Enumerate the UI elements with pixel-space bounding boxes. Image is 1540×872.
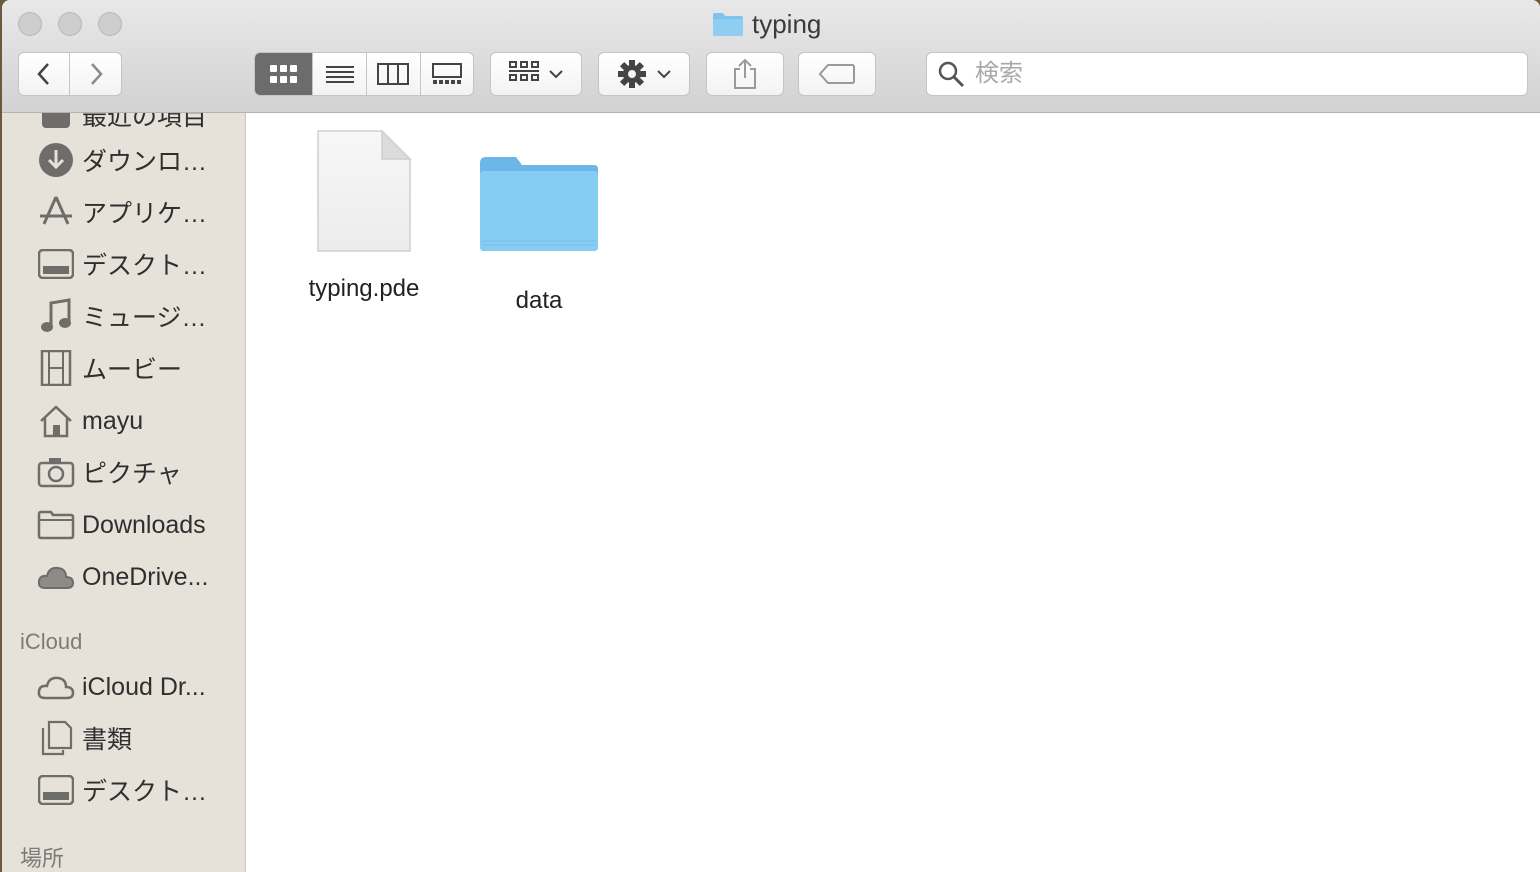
icon-view-button[interactable] bbox=[255, 53, 314, 95]
icon-view-icon bbox=[269, 65, 297, 83]
sidebar-item-home[interactable]: mayu bbox=[2, 399, 245, 443]
back-button[interactable] bbox=[19, 53, 71, 95]
applications-icon bbox=[36, 192, 76, 232]
tag-icon bbox=[818, 64, 855, 84]
movie-icon bbox=[36, 348, 76, 388]
share-button[interactable] bbox=[706, 52, 784, 96]
sidebar-item-applications[interactable]: アプリケ… bbox=[2, 190, 245, 234]
search-input[interactable] bbox=[973, 59, 1517, 89]
search-icon bbox=[938, 61, 965, 88]
chevron-down-icon bbox=[549, 70, 563, 79]
column-view-icon bbox=[377, 63, 410, 85]
sidebar-item-onedrive[interactable]: OneDrive... bbox=[2, 555, 245, 599]
sidebar: 最近の項目 ダウンロ… アプリケ… デスクト… ミュージ… ムービー mayu … bbox=[2, 113, 246, 872]
search-field[interactable] bbox=[926, 52, 1528, 96]
sidebar-item-label: iCloud Dr... bbox=[82, 672, 206, 701]
cloud-icon bbox=[36, 557, 76, 597]
sidebar-item-label: 書類 bbox=[82, 726, 133, 754]
sidebar-item-downloads-jp[interactable]: ダウンロ… bbox=[2, 138, 245, 182]
file-browser-content: typing.pde data bbox=[246, 113, 1540, 872]
chevron-left-icon bbox=[37, 63, 49, 85]
sidebar-item-music[interactable]: ミュージ… bbox=[2, 294, 245, 338]
sidebar-item-desktop[interactable]: デスクト… bbox=[2, 242, 245, 286]
sidebar-item-icloud-drive[interactable]: iCloud Dr... bbox=[2, 665, 245, 709]
sidebar-item-icloud-desktop[interactable]: デスクト… bbox=[2, 768, 245, 812]
desktop-icon bbox=[36, 244, 76, 284]
download-icon bbox=[36, 140, 76, 180]
forward-button[interactable] bbox=[70, 53, 121, 95]
recents-icon bbox=[36, 113, 76, 135]
nav-buttons bbox=[18, 52, 122, 96]
music-icon bbox=[36, 296, 76, 336]
sidebar-item-label: アプリケ… bbox=[82, 200, 208, 228]
gallery-view-icon bbox=[431, 63, 462, 84]
sidebar-item-label: 最近の項目 bbox=[82, 113, 208, 131]
sidebar-item-label: mayu bbox=[82, 406, 144, 435]
sidebar-item-label: ダウンロ… bbox=[82, 148, 208, 176]
sidebar-item-pictures[interactable]: ピクチャ bbox=[2, 450, 245, 494]
action-dropdown-button[interactable] bbox=[598, 52, 690, 96]
sidebar-item-label: OneDrive... bbox=[82, 562, 209, 591]
column-view-button[interactable] bbox=[367, 53, 421, 95]
sidebar-item-label: デスクト… bbox=[82, 778, 208, 806]
share-icon bbox=[734, 58, 756, 89]
sidebar-item-label: ムービー bbox=[82, 356, 183, 384]
finder-window: typing 検索 最近の項目 ダウンロ… アプリケ… デスクト… ミュージ… … bbox=[2, 0, 1540, 872]
sidebar-item-documents[interactable]: 書類 bbox=[2, 716, 245, 760]
sidebar-item-downloads[interactable]: Downloads bbox=[2, 503, 245, 547]
camera-icon bbox=[36, 452, 76, 492]
sidebar-section-icloud: iCloud bbox=[20, 629, 83, 654]
gear-icon bbox=[618, 60, 646, 88]
folder-icon bbox=[713, 13, 743, 36]
window-title: typing bbox=[712, 8, 821, 40]
close-button[interactable] bbox=[18, 12, 42, 36]
window-title-text: typing bbox=[752, 8, 822, 39]
desktop-icon bbox=[36, 770, 76, 810]
tag-button[interactable] bbox=[798, 52, 876, 96]
sidebar-item-label: ミュージ… bbox=[82, 304, 207, 332]
sidebar-section-places: 場所 bbox=[20, 846, 65, 871]
chevron-right-icon bbox=[90, 63, 103, 85]
file-item-data-folder[interactable]: data bbox=[472, 155, 606, 315]
group-dropdown-button[interactable] bbox=[490, 52, 582, 96]
file-name: data bbox=[515, 287, 563, 314]
folder-icon bbox=[36, 505, 76, 545]
home-icon bbox=[36, 401, 76, 441]
view-mode-control bbox=[254, 52, 474, 96]
list-view-button[interactable] bbox=[313, 53, 367, 95]
list-view-icon bbox=[325, 66, 354, 83]
sidebar-item-label: デスクト… bbox=[82, 252, 208, 280]
sidebar-item-movies[interactable]: ムービー bbox=[2, 346, 245, 390]
folder-icon bbox=[480, 157, 598, 251]
file-item-typing-pde[interactable]: typing.pde bbox=[298, 129, 430, 303]
zoom-button[interactable] bbox=[98, 12, 122, 36]
gallery-view-button[interactable] bbox=[421, 53, 474, 95]
sidebar-item-label: ピクチャ bbox=[82, 460, 182, 488]
icloud-icon bbox=[36, 667, 76, 707]
sidebar-item-label: Downloads bbox=[82, 510, 206, 539]
toolbar: typing bbox=[2, 0, 1540, 113]
file-name: typing.pde bbox=[308, 275, 420, 302]
documents-icon bbox=[36, 718, 76, 758]
grid-group-icon bbox=[509, 61, 539, 81]
minimize-button[interactable] bbox=[58, 12, 82, 36]
document-icon bbox=[317, 129, 412, 252]
chevron-down-icon bbox=[657, 70, 671, 79]
sidebar-item-recents[interactable]: 最近の項目 bbox=[2, 113, 245, 137]
